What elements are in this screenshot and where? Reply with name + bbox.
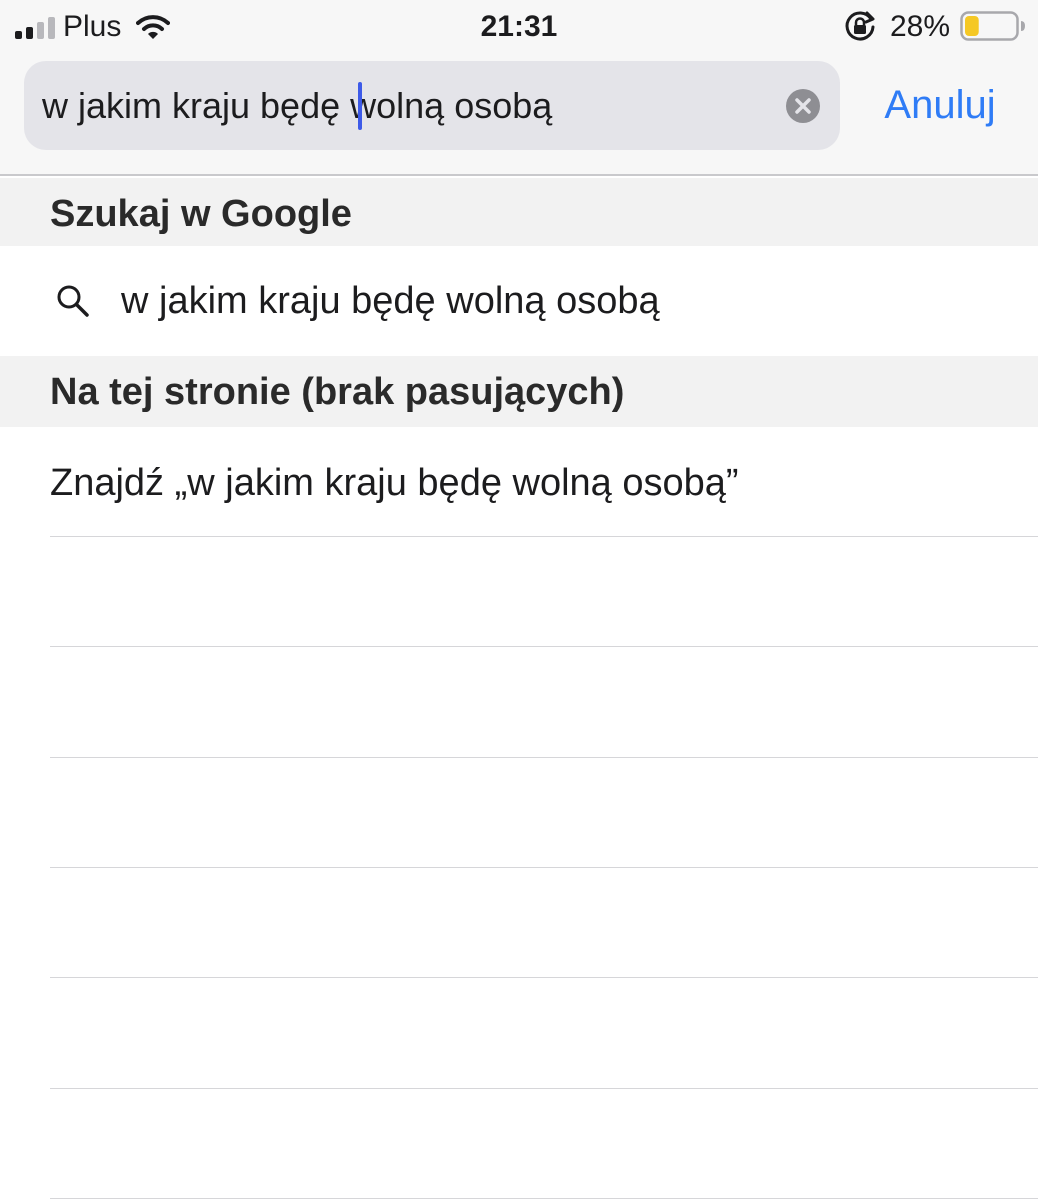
section-header-google: Szukaj w Google <box>0 178 1038 246</box>
google-suggestion-row[interactable]: w jakim kraju będę wolną osobą <box>0 246 1038 356</box>
search-field[interactable] <box>24 61 840 150</box>
search-icon <box>57 285 89 317</box>
section-header-on-page: Na tej stronie (brak pasujących) <box>0 356 1038 427</box>
text-cursor <box>358 82 362 130</box>
cancel-button[interactable]: Anuluj <box>860 78 1020 132</box>
orientation-lock-icon <box>845 11 875 41</box>
find-on-page-row[interactable]: Znajdź „w jakim kraju będę wolną osobą” <box>0 427 1038 537</box>
top-bar: Plus 21:31 28% w jakim kraju będę wolną … <box>0 0 1038 176</box>
list-separator <box>50 757 1038 758</box>
status-bar: Plus 21:31 28% <box>0 0 1038 56</box>
battery-icon <box>960 11 1025 41</box>
list-separator <box>50 536 1038 537</box>
list-separator <box>50 867 1038 868</box>
safari-search-screen: Plus 21:31 28% w jakim kraju będę wolną … <box>0 0 1038 1200</box>
list-separator <box>50 1198 1038 1199</box>
section-title-on-page: Na tej stronie (brak pasujących) <box>50 371 625 413</box>
find-on-page-text: Znajdź „w jakim kraju będę wolną osobą” <box>50 462 739 504</box>
clear-icon[interactable] <box>785 88 821 124</box>
list-separator <box>50 977 1038 978</box>
status-time: 21:31 <box>480 10 558 43</box>
battery-percentage: 28% <box>890 10 951 43</box>
list-separator <box>50 646 1038 647</box>
google-suggestion-text: w jakim kraju będę wolną osobą <box>121 280 660 322</box>
section-title-google: Szukaj w Google <box>50 193 352 235</box>
list-separator <box>50 1088 1038 1089</box>
search-input[interactable] <box>42 61 782 150</box>
